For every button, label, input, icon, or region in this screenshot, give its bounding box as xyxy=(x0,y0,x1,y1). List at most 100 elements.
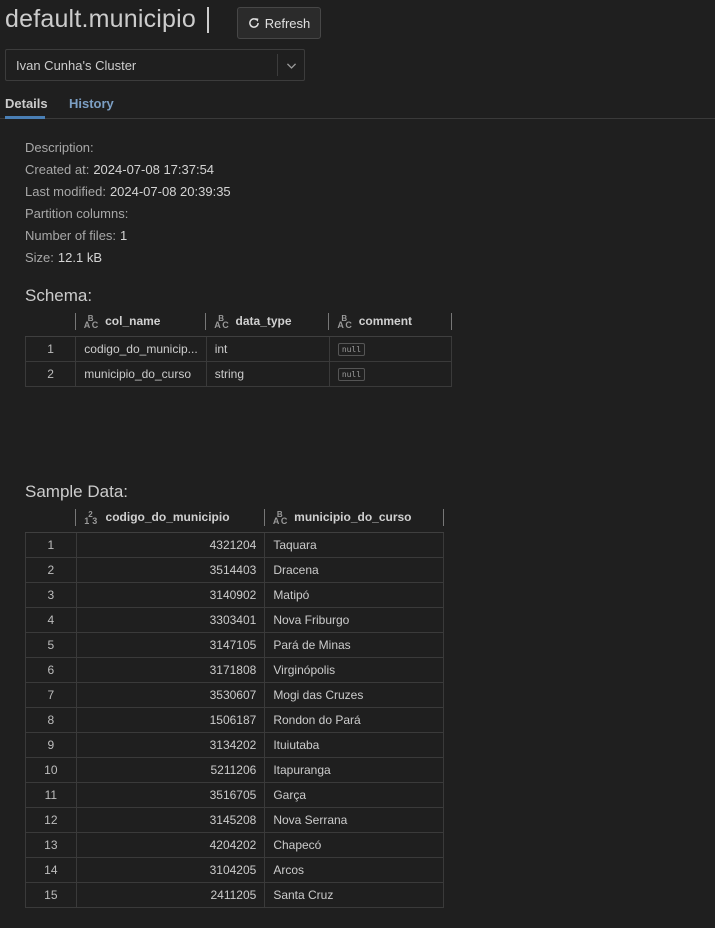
table-row: 2 municipio_do_curso string null xyxy=(24,360,453,387)
tab-history[interactable]: History xyxy=(69,96,114,111)
schema-col-header-label: data_type xyxy=(235,313,292,328)
sample-col-header[interactable]: ABC municipio_do_curso xyxy=(263,503,444,533)
table-cell[interactable]: null xyxy=(328,335,453,362)
table-cell[interactable]: 3140902 xyxy=(75,581,266,608)
table-cell[interactable]: int xyxy=(205,335,330,362)
abc-type-icon: ABC xyxy=(337,313,352,330)
table-cell[interactable]: Ituiutaba xyxy=(264,731,444,758)
table-cell[interactable]: 3147105 xyxy=(75,631,266,658)
column-resize-handle[interactable] xyxy=(328,313,330,330)
null-badge: null xyxy=(337,368,366,381)
row-number: 5 xyxy=(25,631,77,658)
row-number: 2 xyxy=(25,556,77,583)
table-cell[interactable]: Taquara xyxy=(264,531,444,558)
table-row: 13 4204202 Chapecó xyxy=(25,831,444,858)
table-cell[interactable]: 4204202 xyxy=(75,831,266,858)
table-cell[interactable]: codigo_do_municip... xyxy=(75,335,207,362)
table-cell[interactable]: Nova Friburgo xyxy=(264,606,444,633)
column-resize-handle[interactable] xyxy=(74,313,76,330)
table-row: 11 3516705 Garça xyxy=(25,781,444,808)
row-number: 15 xyxy=(25,881,77,908)
tab-bar: Details History xyxy=(0,90,715,119)
prop-files-label: Number of files: xyxy=(25,228,117,243)
table-cell[interactable]: null xyxy=(328,360,453,387)
row-number: 8 xyxy=(25,706,77,733)
schema-col-header-label: comment xyxy=(358,313,413,328)
table-cell[interactable]: Arcos xyxy=(264,856,444,883)
table-cell[interactable]: 3530607 xyxy=(75,681,266,708)
table-cell[interactable]: 1506187 xyxy=(75,706,266,733)
table-cell[interactable]: Garça xyxy=(264,781,444,808)
refresh-icon xyxy=(248,17,260,29)
prop-created-label: Created at: xyxy=(25,162,90,177)
table-row: 12 3145208 Nova Serrana xyxy=(25,806,444,833)
cluster-select[interactable]: Ivan Cunha's Cluster xyxy=(5,49,305,81)
table-cell[interactable]: 3514403 xyxy=(75,556,266,583)
sample-col-header[interactable]: 123 codigo_do_municipio xyxy=(75,503,265,533)
table-row: 9 3134202 Ituiutaba xyxy=(25,731,444,758)
column-resize-handle[interactable] xyxy=(450,313,452,330)
table-cell[interactable]: 3134202 xyxy=(75,731,266,758)
prop-partition-label: Partition columns: xyxy=(25,206,129,221)
table-cell[interactable]: Matipó xyxy=(264,581,444,608)
table-cell[interactable]: 3145208 xyxy=(75,806,266,833)
table-cell[interactable]: string xyxy=(205,360,330,387)
sample-header-row: 123 codigo_do_municipio ABC municipio_do… xyxy=(25,503,444,533)
null-badge: null xyxy=(337,343,366,356)
row-number: 1 xyxy=(25,531,77,558)
row-number: 7 xyxy=(25,681,77,708)
table-cell[interactable]: Rondon do Pará xyxy=(264,706,444,733)
table-row: 8 1506187 Rondon do Pará xyxy=(25,706,444,733)
table-cell[interactable]: Chapecó xyxy=(264,831,444,858)
table-cell[interactable]: 5211206 xyxy=(75,756,266,783)
table-row: 6 3171808 Virginópolis xyxy=(25,656,444,683)
column-resize-handle[interactable] xyxy=(75,509,77,526)
row-number: 11 xyxy=(25,781,77,808)
table-row: 15 2411205 Santa Cruz xyxy=(25,881,444,908)
table-cell[interactable]: 3303401 xyxy=(75,606,266,633)
table-cell[interactable]: Virginópolis xyxy=(264,656,444,683)
row-number: 10 xyxy=(25,756,77,783)
row-number: 14 xyxy=(25,856,77,883)
table-row: 2 3514403 Dracena xyxy=(25,556,444,583)
table-cell[interactable]: 3516705 xyxy=(75,781,266,808)
table-cell[interactable]: Santa Cruz xyxy=(264,881,444,908)
table-cell[interactable]: Nova Serrana xyxy=(264,806,444,833)
table-row: 5 3147105 Pará de Minas xyxy=(25,631,444,658)
prop-modified-label: Last modified: xyxy=(25,184,106,199)
table-row: 10 5211206 Itapuranga xyxy=(25,756,444,783)
prop-partition: Partition columns: xyxy=(25,206,231,228)
table-row: 14 3104205 Arcos xyxy=(25,856,444,883)
table-row: 1 4321204 Taquara xyxy=(25,531,444,558)
sample-col-header-label: codigo_do_municipio xyxy=(105,509,230,524)
table-cell[interactable]: 3104205 xyxy=(75,856,266,883)
row-number-header xyxy=(25,307,76,337)
table-cell[interactable]: Pará de Minas xyxy=(264,631,444,658)
refresh-button[interactable]: Refresh xyxy=(237,7,321,39)
schema-header-row: ABC col_name ABC data_type ABC comment xyxy=(25,307,452,337)
prop-modified-value: 2024-07-08 20:39:35 xyxy=(109,184,231,199)
table-cell[interactable]: Dracena xyxy=(264,556,444,583)
table-cell[interactable]: 4321204 xyxy=(75,531,266,558)
schema-table: ABC col_name ABC data_type ABC comment 1… xyxy=(24,307,453,387)
column-resize-handle[interactable] xyxy=(205,313,207,330)
prop-description: Description: xyxy=(25,140,231,162)
header: default.municipio Refresh xyxy=(0,0,715,44)
table-cell[interactable]: municipio_do_curso xyxy=(75,360,207,387)
table-cell[interactable]: Mogi das Cruzes xyxy=(264,681,444,708)
column-resize-handle[interactable] xyxy=(263,509,265,526)
schema-col-header[interactable]: ABC col_name xyxy=(74,307,207,337)
schema-col-header[interactable]: ABC comment xyxy=(328,307,452,337)
schema-col-header[interactable]: ABC data_type xyxy=(205,307,330,337)
prop-modified: Last modified: 2024-07-08 20:39:35 xyxy=(25,184,231,206)
column-resize-handle[interactable] xyxy=(442,509,444,526)
table-cell[interactable]: 3171808 xyxy=(75,656,266,683)
table-row: 1 codigo_do_municip... int null xyxy=(24,335,453,362)
chevron-down-icon[interactable] xyxy=(285,59,298,77)
row-number: 12 xyxy=(25,806,77,833)
prop-created: Created at: 2024-07-08 17:37:54 xyxy=(25,162,231,184)
row-number: 9 xyxy=(25,731,77,758)
tab-details[interactable]: Details xyxy=(5,96,48,111)
table-cell[interactable]: 2411205 xyxy=(75,881,266,908)
table-cell[interactable]: Itapuranga xyxy=(264,756,444,783)
